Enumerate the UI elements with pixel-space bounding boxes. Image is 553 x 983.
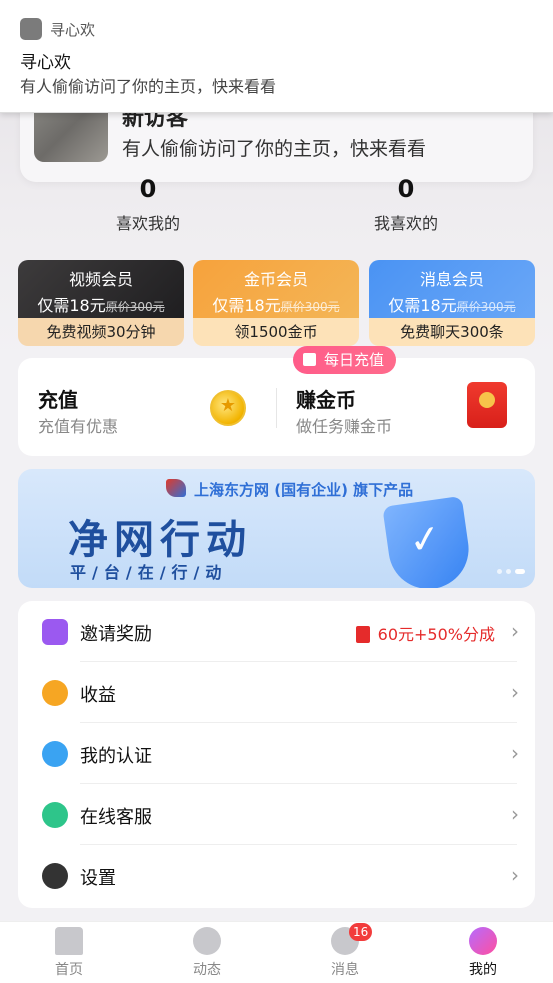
membership-price: 仅需18元 bbox=[37, 296, 106, 315]
nav-profile[interactable]: 我的 bbox=[414, 922, 552, 983]
stat-count: 0 bbox=[139, 178, 157, 200]
membership-price: 仅需18元 bbox=[388, 296, 457, 315]
membership-original-price: 原价300元 bbox=[105, 300, 165, 314]
membership-original-price: 原价300元 bbox=[456, 300, 516, 314]
gift-icon bbox=[42, 619, 68, 645]
coin-membership-card[interactable]: 金币会员 仅需18元原价300元 领1500金币 bbox=[193, 260, 359, 346]
banner-title: 净网行动 bbox=[68, 517, 252, 563]
menu-item-label: 设置 bbox=[80, 868, 116, 889]
promo-banner[interactable]: 上海东方网 (国有企业) 旗下产品 净网行动 平/台/在/行/动 bbox=[18, 469, 535, 588]
recharge-card: 充值 充值有优惠 赚金币 做任务赚金币 bbox=[18, 358, 535, 456]
stat-count: 0 bbox=[397, 178, 415, 200]
membership-benefit: 免费聊天300条 bbox=[369, 318, 535, 346]
unread-badge: 16 bbox=[349, 923, 373, 941]
shield-check-icon bbox=[382, 495, 474, 588]
message-icon: 16 bbox=[331, 923, 373, 955]
stat-i-liked[interactable]: 0 我喜欢的 bbox=[316, 178, 496, 234]
nav-label: 首页 bbox=[55, 962, 83, 978]
red-packet-icon bbox=[355, 626, 370, 643]
earn-coins-subtitle[interactable]: 做任务赚金币 bbox=[296, 413, 392, 437]
chevron-right-icon: › bbox=[511, 802, 519, 826]
profile-icon bbox=[469, 927, 497, 955]
gift-icon bbox=[303, 353, 316, 366]
stat-label: 喜欢我的 bbox=[115, 214, 180, 233]
piggy-bank-icon bbox=[42, 680, 68, 706]
menu-item-verification[interactable]: 我的认证 › bbox=[18, 723, 535, 784]
push-notification[interactable]: 寻心欢 寻心欢 有人偷偷访问了你的主页，快来看看 bbox=[0, 0, 553, 113]
recharge-title[interactable]: 充值 bbox=[38, 384, 78, 413]
visitor-description: 有人偷偷访问了你的主页，快来看看 bbox=[122, 138, 427, 160]
membership-benefit: 领1500金币 bbox=[193, 318, 359, 346]
bottom-nav: 首页 动态 16 消息 我的 bbox=[0, 921, 553, 983]
membership-title: 金币会员 bbox=[243, 270, 308, 289]
notification-title: 寻心欢 bbox=[20, 53, 71, 73]
chevron-right-icon: › bbox=[511, 680, 519, 704]
membership-original-price: 原价300元 bbox=[280, 300, 340, 314]
customer-service-icon bbox=[42, 802, 68, 828]
message-membership-card[interactable]: 消息会员 仅需18元原价300元 免费聊天300条 bbox=[369, 260, 535, 346]
home-icon bbox=[55, 927, 83, 955]
carousel-dots bbox=[493, 559, 525, 578]
menu-item-label: 收益 bbox=[80, 685, 116, 706]
eastday-logo-icon bbox=[166, 479, 186, 497]
daily-recharge-badge[interactable]: 每日充值 bbox=[293, 346, 397, 374]
coin-icon bbox=[210, 390, 246, 426]
moments-icon bbox=[193, 927, 221, 955]
stat-liked-me[interactable]: 0 喜欢我的 bbox=[58, 178, 238, 234]
chevron-right-icon: › bbox=[511, 863, 519, 887]
chevron-right-icon: › bbox=[511, 741, 519, 765]
notification-body: 有人偷偷访问了你的主页，快来看看 bbox=[20, 77, 277, 96]
menu-item-label: 邀请奖励 bbox=[80, 624, 152, 645]
chevron-right-icon: › bbox=[511, 619, 519, 643]
verified-badge-icon bbox=[42, 741, 68, 767]
notification-app-name: 寻心欢 bbox=[50, 21, 96, 39]
earn-coins-title[interactable]: 赚金币 bbox=[296, 384, 356, 413]
divider bbox=[276, 388, 277, 428]
app-icon bbox=[20, 18, 42, 40]
nav-home[interactable]: 首页 bbox=[0, 922, 138, 983]
menu-item-label: 我的认证 bbox=[80, 746, 152, 767]
menu-item-settings[interactable]: 设置 › bbox=[18, 845, 535, 906]
menu-item-earnings[interactable]: 收益 › bbox=[18, 662, 535, 723]
menu-item-invite-reward[interactable]: 邀请奖励 60元+50%分成 › bbox=[18, 601, 535, 662]
membership-price: 仅需18元 bbox=[212, 296, 281, 315]
recharge-subtitle[interactable]: 充值有优惠 bbox=[38, 413, 118, 437]
stat-label: 我喜欢的 bbox=[373, 214, 438, 233]
daily-recharge-label: 每日充值 bbox=[324, 351, 385, 369]
nav-label: 我的 bbox=[469, 962, 497, 978]
banner-org: 上海东方网 (国有企业) 旗下产品 bbox=[194, 481, 414, 499]
membership-title: 消息会员 bbox=[419, 270, 484, 289]
nav-label: 动态 bbox=[193, 962, 221, 978]
banner-subtitle: 平/台/在/行/动 bbox=[70, 563, 228, 582]
invite-reward-value: 60元+50%分成 bbox=[355, 621, 495, 645]
nav-messages[interactable]: 16 消息 bbox=[276, 922, 414, 983]
menu-item-label: 在线客服 bbox=[80, 807, 152, 828]
nav-moments[interactable]: 动态 bbox=[138, 922, 276, 983]
video-membership-card[interactable]: 视频会员 仅需18元原价300元 免费视频30分钟 bbox=[18, 260, 184, 346]
red-packet-icon bbox=[467, 382, 507, 428]
membership-title: 视频会员 bbox=[68, 270, 133, 289]
gear-icon bbox=[42, 863, 68, 889]
menu-item-customer-service[interactable]: 在线客服 › bbox=[18, 784, 535, 845]
settings-menu: 邀请奖励 60元+50%分成 › 收益 › 我的认证 › 在线客服 › 设置 › bbox=[18, 601, 535, 908]
membership-benefit: 免费视频30分钟 bbox=[18, 318, 184, 346]
nav-label: 消息 bbox=[331, 962, 359, 978]
